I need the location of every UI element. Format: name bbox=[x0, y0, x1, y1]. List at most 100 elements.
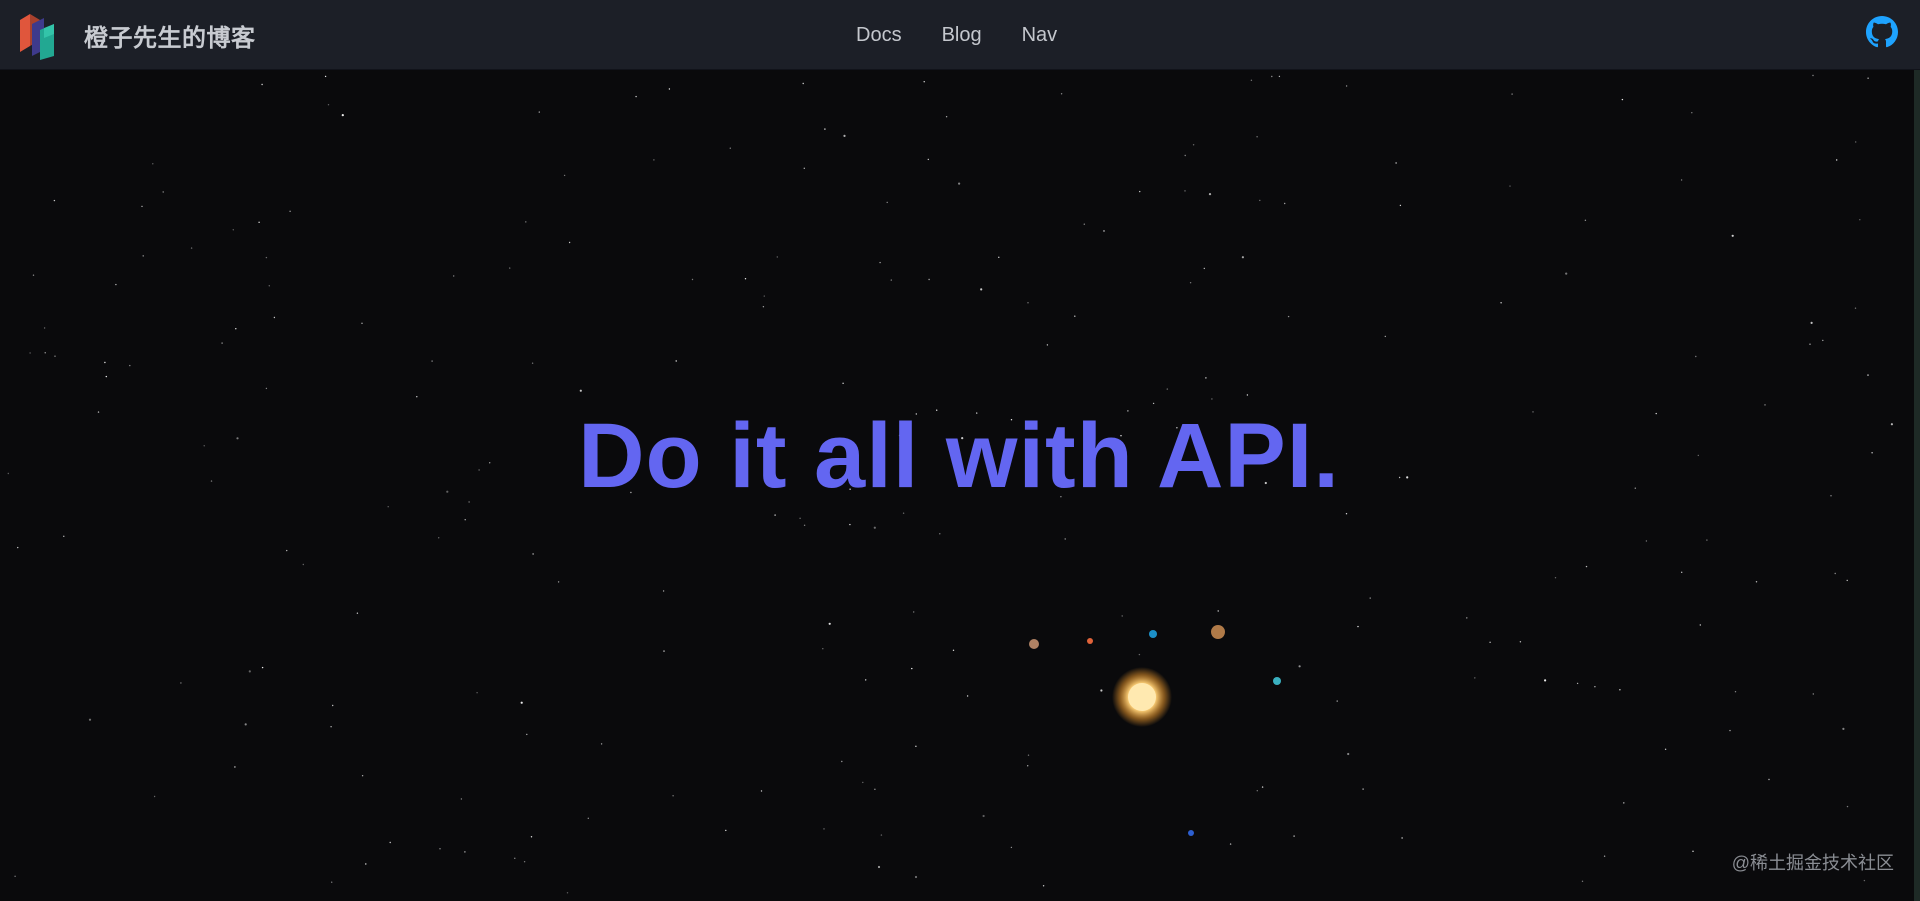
star bbox=[1369, 597, 1371, 599]
star bbox=[1256, 790, 1259, 792]
star bbox=[1474, 677, 1476, 679]
star bbox=[105, 375, 108, 378]
star bbox=[1731, 234, 1734, 237]
star bbox=[1229, 843, 1232, 845]
star bbox=[232, 229, 234, 231]
nav-link-nav[interactable]: Nav bbox=[1022, 24, 1058, 47]
star bbox=[587, 817, 589, 819]
star bbox=[1203, 267, 1206, 270]
planet-neptune bbox=[1188, 830, 1194, 836]
star bbox=[1010, 846, 1013, 849]
star bbox=[1734, 691, 1737, 693]
star bbox=[915, 745, 917, 747]
star bbox=[1347, 752, 1350, 756]
star bbox=[828, 622, 831, 625]
star bbox=[1664, 748, 1667, 750]
star bbox=[1585, 565, 1588, 568]
star bbox=[1293, 835, 1295, 837]
star bbox=[1810, 321, 1813, 324]
star bbox=[88, 718, 92, 721]
star bbox=[1621, 98, 1624, 101]
star bbox=[331, 881, 333, 883]
star bbox=[1822, 339, 1824, 342]
star bbox=[520, 701, 523, 704]
star bbox=[1138, 653, 1141, 656]
star bbox=[431, 360, 433, 362]
star bbox=[464, 519, 466, 521]
star bbox=[1208, 193, 1212, 196]
star bbox=[1271, 75, 1273, 78]
star bbox=[1287, 315, 1290, 318]
star bbox=[115, 283, 117, 286]
star bbox=[261, 83, 263, 86]
star bbox=[1345, 513, 1348, 515]
star bbox=[1581, 880, 1584, 882]
star bbox=[928, 278, 930, 281]
sun-core bbox=[1128, 683, 1156, 711]
star bbox=[1729, 729, 1731, 732]
star bbox=[32, 274, 35, 276]
star bbox=[261, 666, 264, 669]
star bbox=[1554, 577, 1557, 579]
star bbox=[1246, 394, 1249, 396]
scrollbar[interactable] bbox=[1914, 70, 1920, 901]
star bbox=[1192, 144, 1195, 146]
star bbox=[268, 285, 270, 287]
star bbox=[153, 795, 156, 798]
star bbox=[1623, 802, 1625, 804]
star bbox=[966, 695, 969, 697]
site-logo-icon bbox=[20, 14, 54, 60]
brand-link[interactable]: 橙子先生的博客 bbox=[18, 0, 256, 70]
star bbox=[823, 828, 825, 830]
star bbox=[635, 95, 637, 98]
site-title: 橙子先生的博客 bbox=[84, 24, 256, 52]
github-icon[interactable] bbox=[1866, 16, 1898, 48]
star bbox=[234, 766, 236, 768]
navbar: 橙子先生的博客 Docs Blog Nav bbox=[0, 0, 1920, 70]
star bbox=[1768, 778, 1770, 781]
star bbox=[862, 781, 864, 784]
star bbox=[1139, 190, 1141, 193]
star bbox=[1603, 855, 1606, 857]
star bbox=[802, 82, 804, 85]
star bbox=[914, 875, 918, 879]
star bbox=[653, 159, 655, 161]
star bbox=[273, 316, 276, 319]
planet-mars bbox=[1087, 638, 1093, 644]
star bbox=[17, 546, 19, 549]
star bbox=[330, 726, 332, 728]
star bbox=[865, 679, 867, 681]
star bbox=[1836, 159, 1838, 161]
star bbox=[286, 549, 288, 552]
star bbox=[600, 743, 603, 745]
star bbox=[235, 328, 237, 330]
star bbox=[843, 134, 846, 137]
star bbox=[1619, 689, 1621, 691]
nav-link-docs[interactable]: Docs bbox=[856, 24, 902, 47]
star bbox=[1259, 199, 1261, 202]
star bbox=[248, 670, 251, 673]
star bbox=[958, 182, 961, 185]
star bbox=[327, 104, 330, 106]
star bbox=[1298, 665, 1301, 668]
star bbox=[190, 247, 193, 249]
star bbox=[104, 361, 106, 364]
star bbox=[258, 221, 260, 223]
star bbox=[874, 788, 876, 790]
nav-link-blog[interactable]: Blog bbox=[942, 24, 982, 47]
star bbox=[913, 611, 915, 613]
star bbox=[514, 857, 516, 859]
star bbox=[729, 147, 731, 149]
star bbox=[566, 892, 569, 894]
star bbox=[1594, 686, 1596, 688]
star bbox=[1584, 219, 1587, 221]
star bbox=[1184, 154, 1186, 157]
star bbox=[744, 278, 747, 280]
star bbox=[416, 396, 418, 398]
star bbox=[982, 814, 985, 818]
star bbox=[43, 327, 46, 329]
star bbox=[579, 389, 582, 392]
star bbox=[1250, 79, 1253, 81]
star bbox=[1699, 624, 1702, 626]
star bbox=[945, 116, 948, 118]
